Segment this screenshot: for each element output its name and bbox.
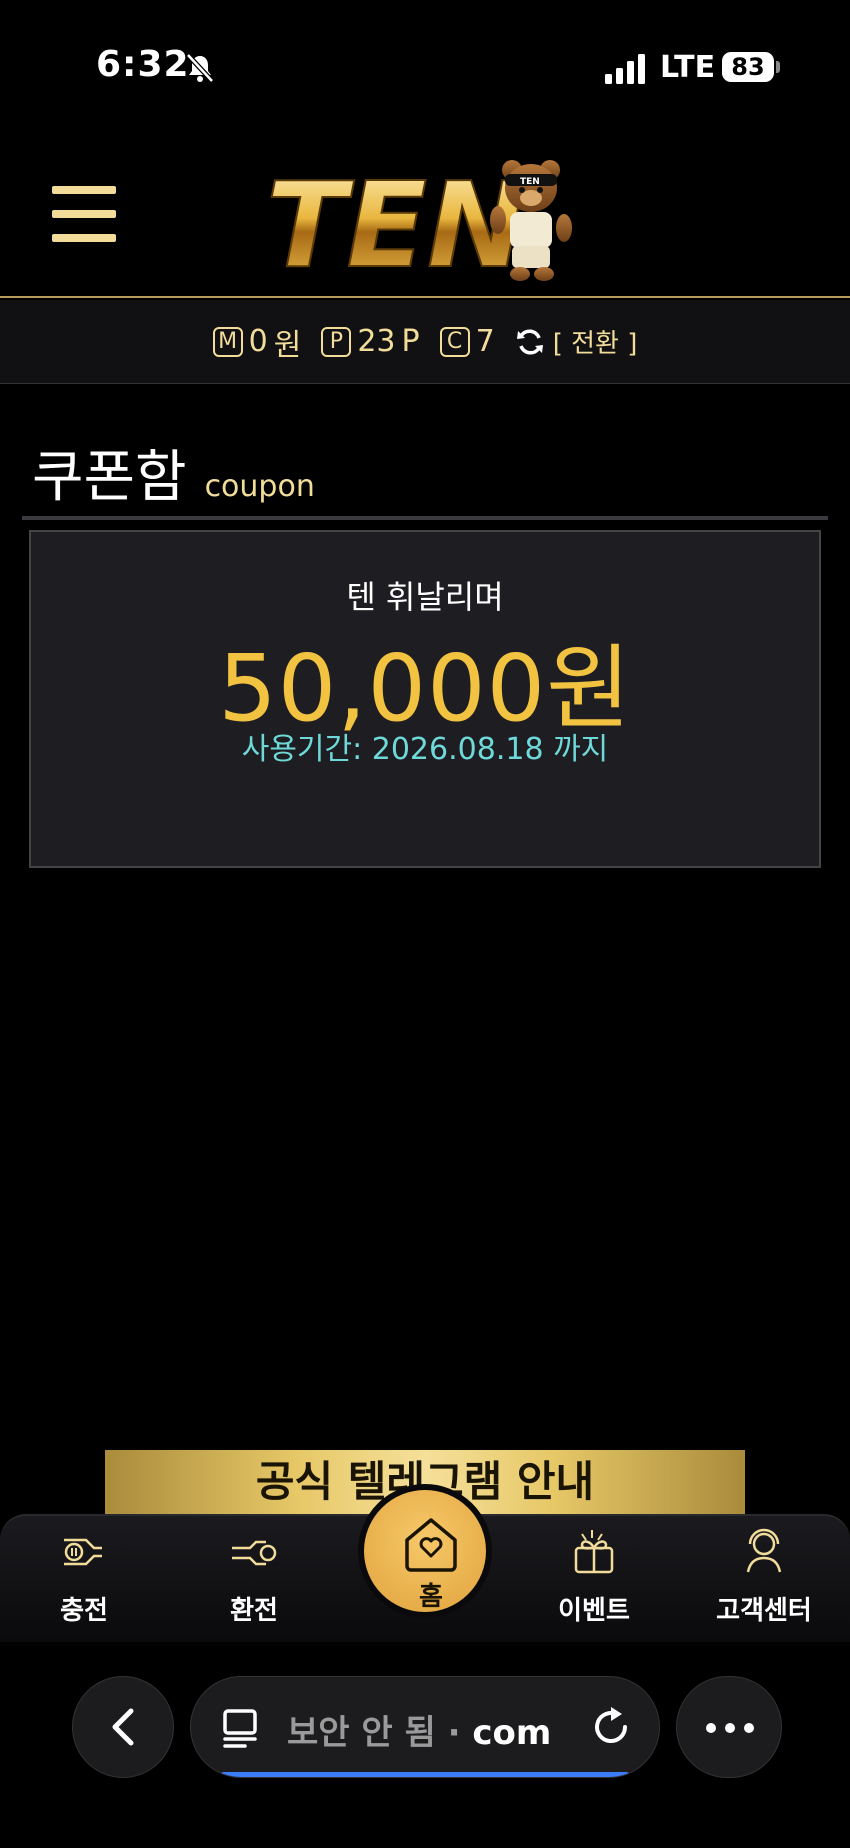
more-icon — [706, 1723, 754, 1733]
network-type: LTE — [660, 50, 716, 85]
nav-label-event: 이벤트 — [558, 1596, 630, 1626]
money-value: 0 — [248, 324, 268, 359]
more-button[interactable] — [676, 1676, 782, 1778]
switch-label: [ 전환 ] — [552, 329, 638, 359]
reload-icon[interactable] — [589, 1705, 633, 1749]
nav-label-exchange: 환전 — [230, 1596, 278, 1626]
wallet-bar: M 0 원 P 23 P C 7 [ 전환 ] — [0, 300, 850, 384]
coupon-name: 텐 휘날리며 — [346, 578, 504, 616]
nav-label-charge: 충전 — [60, 1596, 108, 1626]
support-icon — [746, 1528, 782, 1573]
nav-label-support: 고객센터 — [716, 1596, 812, 1626]
tab-overview-icon — [223, 1709, 257, 1748]
home-button[interactable]: 홈 — [358, 1484, 492, 1618]
exchange-icon — [232, 1540, 277, 1566]
logo-text: TEN — [266, 156, 526, 284]
charge-icon — [64, 1538, 102, 1566]
url-domain: com — [472, 1713, 552, 1753]
url-progress — [221, 1772, 629, 1777]
hamburger-icon[interactable] — [52, 186, 116, 242]
nav-event[interactable]: 이벤트 — [524, 1526, 664, 1636]
nav-exchange[interactable]: 환전 — [184, 1526, 324, 1636]
switch-button[interactable]: [ 전환 ] — [515, 323, 638, 360]
address-bar[interactable]: 보안 안 됨 · com — [190, 1676, 660, 1778]
coupon-badge: C — [439, 326, 470, 357]
coupon-expiry: 사용기간: 2026.08.18 까지 — [241, 732, 609, 767]
bell-slash-icon — [186, 53, 214, 83]
point-unit: P — [401, 324, 420, 359]
back-button[interactable] — [72, 1676, 174, 1778]
browser-toolbar: 보안 안 됨 · com — [0, 1642, 850, 1848]
title-english: coupon — [204, 469, 315, 504]
gift-icon — [574, 1530, 614, 1574]
chevron-left-icon — [112, 1708, 134, 1746]
signal-icon — [605, 54, 645, 84]
money-unit: 원 — [273, 327, 302, 363]
battery-tip — [776, 61, 780, 73]
title-divider — [22, 516, 828, 520]
svg-text:TEN: TEN — [520, 177, 540, 187]
coupon-balance: C 7 — [439, 324, 495, 359]
status-time: 6:32 — [96, 44, 190, 85]
home-heart-icon — [405, 1518, 457, 1572]
nav-support[interactable]: 고객센터 — [694, 1526, 834, 1636]
point-badge: P — [321, 326, 352, 357]
money-badge: M — [212, 326, 243, 357]
coupon-card[interactable]: 텐 휘날리며 50,000원 사용기간: 2026.08.18 까지 — [29, 530, 821, 868]
money-balance: M 0 원 — [212, 320, 302, 364]
coupon-value: 7 — [475, 324, 495, 359]
nav-label-home: 홈 — [419, 1582, 443, 1612]
site-header: TEN TEN — [0, 130, 850, 298]
point-value: 23 — [357, 324, 396, 359]
url-text: 보안 안 됨 · com — [287, 1705, 551, 1754]
url-security-label: 보안 안 됨 · — [287, 1713, 461, 1753]
nav-home[interactable]: 홈 — [358, 1484, 492, 1632]
title-korean: 쿠폰함 — [32, 445, 187, 510]
nav-charge[interactable]: 충전 — [14, 1526, 154, 1636]
point-balance: P 23 P — [321, 324, 420, 359]
page-title: 쿠폰함 coupon — [32, 432, 315, 513]
refresh-icon — [516, 328, 543, 355]
status-bar: 6:32 LTE 83 — [0, 0, 850, 130]
battery-indicator: 83 — [722, 52, 774, 82]
ten-logo[interactable]: TEN TEN — [262, 154, 592, 284]
